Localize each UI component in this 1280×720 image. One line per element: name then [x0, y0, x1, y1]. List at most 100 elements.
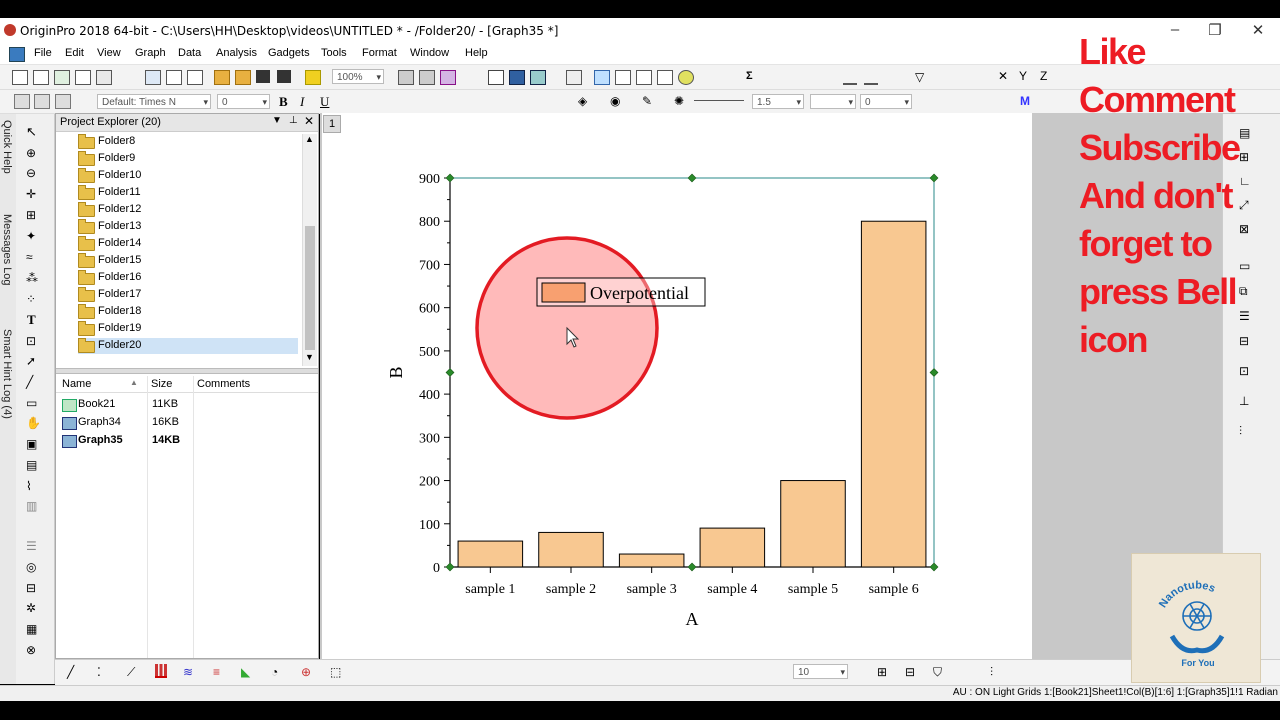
z-icon[interactable]: Z	[1040, 69, 1054, 83]
zoom-select[interactable]: 100%	[332, 69, 384, 85]
back-icon[interactable]: ⊡	[1239, 364, 1249, 378]
selection-handle[interactable]	[929, 368, 939, 377]
bar[interactable]	[457, 540, 524, 568]
brightness-icon[interactable]: ✺	[674, 94, 688, 108]
folder-item[interactable]: Folder18	[78, 304, 298, 320]
filter-icon[interactable]: ▽	[915, 70, 929, 84]
new-layout-icon[interactable]	[187, 70, 203, 85]
crosshair-icon[interactable]: ✛	[26, 187, 36, 201]
line-color-icon[interactable]: ✎	[642, 94, 656, 108]
selection-handle[interactable]	[687, 562, 697, 572]
bar[interactable]	[860, 220, 927, 568]
picture-tool-icon[interactable]: ▤	[26, 458, 37, 472]
bold-button[interactable]: B	[279, 94, 288, 110]
open-template-icon[interactable]	[235, 70, 251, 85]
menu-format[interactable]: Format	[362, 47, 397, 59]
list-tool-icon[interactable]: ☰	[26, 539, 37, 553]
line-style-select[interactable]	[694, 100, 744, 101]
code-builder-icon[interactable]	[488, 70, 504, 85]
menu-graph[interactable]: Graph	[135, 47, 166, 59]
menu-view[interactable]: View	[97, 47, 121, 59]
pin-icon[interactable]: ⊥	[289, 115, 298, 126]
tab-smart-hint-log[interactable]: Smart Hint Log (4)	[1, 329, 13, 419]
document-icon[interactable]	[9, 47, 25, 62]
pie-plot-icon[interactable]: ◔	[271, 665, 278, 679]
box-plot-icon[interactable]: ⊕	[301, 665, 311, 679]
layer-tool-icon[interactable]: ✲	[26, 601, 36, 615]
stack-icon[interactable]: ≡	[213, 665, 220, 679]
plot-setup-icon[interactable]: ⊟	[26, 581, 36, 595]
new-folder-icon[interactable]	[33, 70, 49, 85]
line-plot-icon[interactable]: ╱	[67, 665, 74, 679]
draw-data-icon[interactable]: ▥	[26, 499, 37, 513]
data-selector-icon[interactable]: ⁂	[26, 271, 38, 285]
data-reader-icon[interactable]	[615, 70, 631, 85]
bar-chart[interactable]: 0 100 200 300 400 500 600 700 800 900 sample 1 samp…	[322, 113, 1032, 659]
save-template-icon[interactable]	[277, 70, 291, 83]
folder-item[interactable]: Folder13	[78, 219, 298, 235]
selection-handle[interactable]	[687, 173, 697, 183]
tab-messages-log[interactable]: Messages Log	[1, 214, 13, 286]
scale-icon[interactable]: ⊞	[26, 208, 36, 222]
new-workbook-icon[interactable]	[54, 70, 70, 85]
rotation-select[interactable]: 0	[860, 94, 912, 110]
pattern-icon[interactable]: ◉	[610, 94, 624, 108]
folder-item[interactable]: Folder15	[78, 253, 298, 269]
folder-item[interactable]: Folder20	[78, 338, 298, 354]
zoom-in-icon[interactable]: ⊕	[26, 146, 36, 160]
folder-item[interactable]: Folder16	[78, 270, 298, 286]
graph-page[interactable]: 0 100 200 300 400 500 600 700 800 900 sample 1 samp…	[322, 113, 1032, 659]
paste-icon[interactable]	[55, 94, 71, 109]
x-icon[interactable]: ✕	[998, 69, 1012, 83]
italic-button[interactable]: I	[300, 94, 304, 110]
x-axis-title[interactable]: A	[686, 609, 699, 629]
import-wizard-icon[interactable]	[305, 70, 321, 85]
bar[interactable]	[780, 480, 846, 568]
folder-item[interactable]: Folder17	[78, 287, 298, 303]
bar[interactable]	[618, 553, 685, 568]
column-name[interactable]: Name	[62, 378, 91, 390]
font-size-select[interactable]: 0	[217, 94, 270, 110]
flip-icon[interactable]: ⫶	[1239, 424, 1242, 439]
menu-edit[interactable]: Edit	[65, 47, 84, 59]
command-window-icon[interactable]	[530, 70, 546, 85]
print-icon[interactable]	[398, 70, 414, 85]
zoom-out-icon[interactable]: ⊖	[26, 166, 36, 180]
folder-item[interactable]: Folder10	[78, 168, 298, 184]
file-row[interactable]: Graph35 14KB	[60, 432, 310, 449]
circle-tool-icon[interactable]: ◎	[26, 560, 36, 574]
bar-chart-icon[interactable]	[864, 70, 878, 85]
y-icon[interactable]: Y	[1019, 69, 1033, 83]
scroll-up-icon[interactable]: ▲	[305, 134, 314, 144]
folder-item[interactable]: Folder19	[78, 321, 298, 337]
selection-handle[interactable]	[929, 562, 939, 572]
chevron-down-icon[interactable]: ▼	[272, 115, 282, 126]
column-plot-icon[interactable]	[155, 664, 167, 678]
merge-icon[interactable]: M	[1020, 94, 1034, 108]
folder-item[interactable]: Folder12	[78, 202, 298, 218]
new-function-icon[interactable]	[166, 70, 182, 85]
region-tool-icon[interactable]: ▣	[26, 437, 37, 451]
arrange-icon[interactable]: ⫶	[990, 665, 993, 680]
gap-value-select[interactable]: 10	[793, 664, 848, 680]
data-reader-tool-icon[interactable]: ≈	[26, 250, 33, 264]
template-icon[interactable]: ⬚	[330, 665, 341, 679]
symbol-size-select[interactable]	[810, 94, 856, 110]
line-tool-icon[interactable]: ╱	[26, 375, 33, 389]
results-log-icon[interactable]	[509, 70, 525, 85]
new-project-icon[interactable]	[12, 70, 28, 85]
duplicate-icon[interactable]	[440, 70, 456, 85]
line-symbol-icon[interactable]: ⟋	[127, 665, 135, 680]
menu-file[interactable]: File	[34, 47, 52, 59]
rotate-icon[interactable]: ⊥	[1239, 394, 1249, 408]
menu-window[interactable]: Window	[410, 47, 449, 59]
menu-tools[interactable]: Tools	[321, 47, 347, 59]
annotation-icon[interactable]: ⊡	[26, 334, 36, 348]
project-explorer-icon[interactable]	[566, 70, 582, 85]
cut-icon[interactable]	[14, 94, 30, 109]
panel-splitter[interactable]	[56, 368, 318, 374]
selection-handle[interactable]	[929, 173, 939, 183]
text-tool-icon[interactable]: T	[27, 312, 36, 328]
file-row[interactable]: Graph34 16KB	[60, 414, 310, 431]
menu-gadgets[interactable]: Gadgets	[268, 47, 310, 59]
